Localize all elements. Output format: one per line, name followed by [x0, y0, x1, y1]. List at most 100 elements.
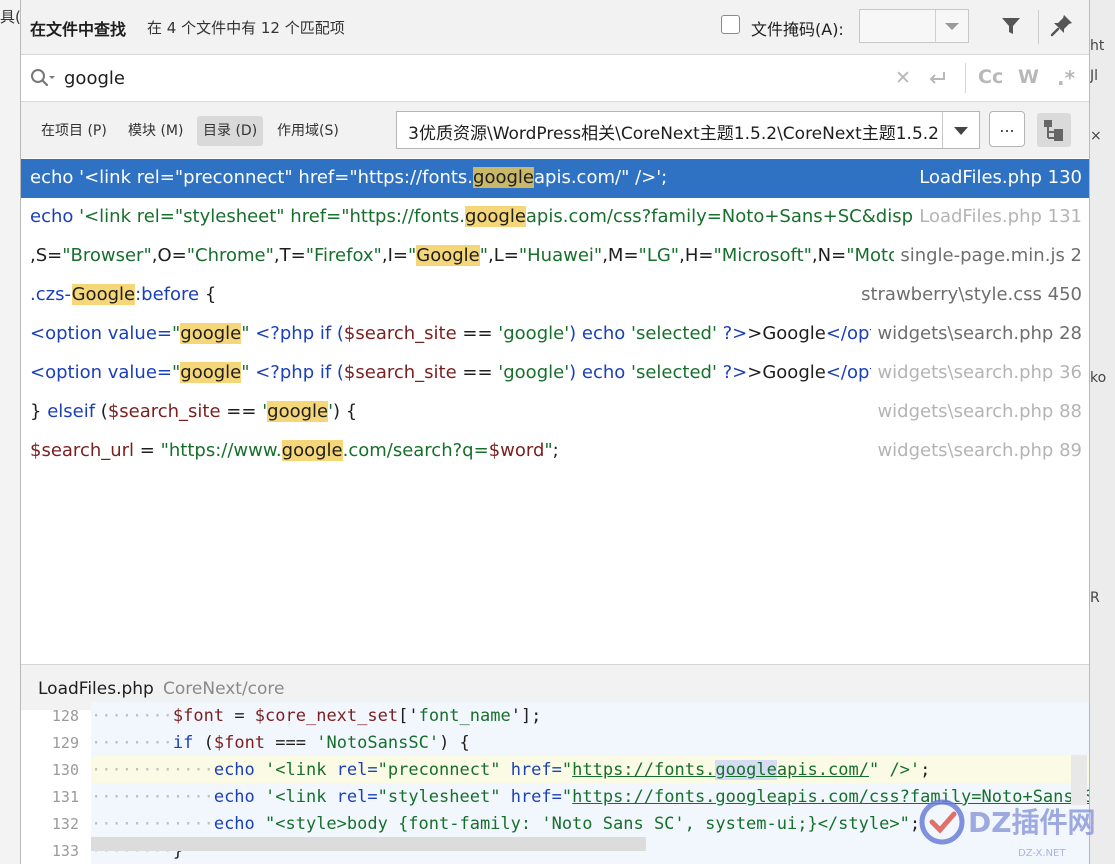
tab-directory[interactable]: 目录 (D)	[197, 116, 264, 146]
code-token: 'google'	[498, 323, 570, 344]
line-number: 132	[51, 815, 79, 833]
code-token: 'selected'	[631, 323, 717, 344]
code-token: " />'	[868, 760, 921, 780]
code-token: $search_site	[343, 362, 457, 383]
tab-in-project[interactable]: 在项目 (P)	[35, 116, 113, 146]
code-token: ,M=	[602, 245, 639, 266]
result-code: <option value="google" <?php if ($search…	[30, 323, 930, 344]
result-file-location: widgets\search.php 36	[871, 362, 1082, 383]
scope-bar: 在项目 (P) 模块 (M) 目录 (D) 作用域(S) 3优质资源\WordP…	[21, 102, 1089, 158]
code-token: ) echo	[569, 362, 632, 383]
search-icon[interactable]	[30, 68, 56, 88]
preview-file-name: LoadFiles.php	[38, 679, 154, 699]
code-token: "LG"	[638, 245, 680, 266]
search-options-divider	[965, 63, 966, 93]
match-highlight: google	[180, 362, 242, 383]
line-number: 129	[51, 734, 79, 752]
code-token: '<link rel="preconnect" href="https://fo…	[79, 167, 474, 188]
code-token: }	[30, 401, 48, 422]
code-token: $font	[172, 706, 225, 726]
result-file-location: LoadFiles.php 131	[913, 206, 1082, 227]
file-mask-combo[interactable]	[859, 9, 969, 43]
code-token: >Google	[747, 323, 826, 344]
code-line: ············echo '<link rel="preconnect"…	[91, 756, 1089, 783]
result-file-location: single-page.min.js 2	[894, 245, 1082, 266]
code-token: (	[100, 401, 108, 422]
code-token: "	[407, 245, 417, 266]
code-token: "Microsoft"	[713, 245, 812, 266]
whole-words-icon[interactable]: W	[1018, 66, 1039, 88]
clear-icon[interactable]: ✕	[895, 67, 911, 89]
code-token: <?php if (	[249, 323, 344, 344]
indent-guide: ············	[91, 814, 214, 834]
regex-icon[interactable]: .*	[1057, 66, 1075, 90]
code-token: .czs-	[30, 284, 72, 305]
match-case-icon[interactable]: Cc	[978, 66, 1003, 88]
match-highlight: google	[464, 206, 526, 227]
result-row[interactable]: <option value="google" <?php if ($search…	[21, 315, 1089, 354]
code-token: "	[241, 323, 250, 344]
line-number: 128	[51, 707, 79, 725]
newline-icon[interactable]	[927, 70, 947, 88]
result-code: $search_url = "https://www.google.com/se…	[30, 440, 930, 461]
code-token: ;	[661, 167, 668, 188]
code-token: echo	[30, 206, 80, 227]
result-row[interactable]: ,S="Browser",O="Chrome",T="Firefox",I="G…	[21, 237, 1089, 276]
code-token: echo	[213, 814, 266, 834]
code-token: href=	[510, 760, 562, 780]
filter-icon[interactable]	[999, 14, 1023, 38]
result-row[interactable]: echo '<link rel="preconnect" href="https…	[21, 159, 1089, 198]
match-highlight: google	[267, 401, 329, 422]
directory-dropdown-button[interactable]	[942, 112, 979, 148]
tab-scope[interactable]: 作用域(S)	[271, 116, 345, 146]
match-highlight: google	[473, 167, 534, 188]
recursive-directory-icon[interactable]	[1037, 113, 1071, 147]
search-input[interactable]	[64, 65, 884, 91]
search-bar: ✕ Cc W .*	[21, 55, 1089, 102]
result-row[interactable]: echo '<link rel="stylesheet" href="https…	[21, 198, 1089, 237]
code-token: ?>	[716, 323, 748, 344]
result-row[interactable]: <option value="google" <?php if ($search…	[21, 354, 1089, 393]
code-token: "	[561, 760, 573, 780]
code-token: "	[241, 362, 250, 383]
result-file-location: widgets\search.php 28	[871, 323, 1082, 344]
directory-combo[interactable]: 3优质资源\WordPress相关\CoreNext主题1.5.2\CoreNe…	[396, 111, 980, 149]
horizontal-scrollbar[interactable]	[91, 837, 646, 851]
code-token: $font	[213, 733, 266, 753]
code-token: ==	[456, 323, 499, 344]
result-row[interactable]: $search_url = "https://www.google.com/se…	[21, 432, 1089, 471]
code-token: '];	[510, 706, 542, 726]
tab-module[interactable]: 模块 (M)	[122, 116, 189, 146]
code-token: https://fonts.	[572, 760, 716, 780]
chevron-down-icon	[954, 127, 968, 135]
result-row[interactable]: } elseif ($search_site == 'google') {wid…	[21, 393, 1089, 432]
chevron-down-icon[interactable]	[945, 23, 959, 30]
result-row[interactable]: .czs-Google:before {strawberry\style.css…	[21, 276, 1089, 315]
code-token: ,I=	[381, 245, 408, 266]
code-token: "Firefox"	[305, 245, 382, 266]
line-number: 131	[51, 788, 79, 806]
code-line: ········if ($font === 'NotoSansSC') {	[91, 729, 1089, 756]
file-mask-checkbox[interactable]	[721, 15, 740, 34]
code-token: <?php if (	[249, 362, 344, 383]
result-code: echo '<link rel="preconnect" href="https…	[30, 167, 930, 188]
code-token: 'google'	[498, 362, 570, 383]
pin-icon[interactable]	[1049, 12, 1075, 38]
code-token: {	[204, 284, 217, 305]
browse-button[interactable]: ...	[989, 111, 1025, 147]
code-line-text: ············echo '<link rel="preconnect"…	[91, 760, 930, 780]
code-token: =	[224, 706, 255, 726]
code-line-text: ········if ($font === 'NotoSansSC') {	[91, 733, 470, 753]
code-token: font_name	[418, 706, 511, 726]
background-glyph: ×	[1090, 128, 1102, 144]
code-token: "	[479, 245, 489, 266]
code-token: "	[544, 440, 553, 461]
code-token: "Chrome"	[186, 245, 274, 266]
indent-guide: ········	[91, 706, 173, 726]
code-token: "	[561, 787, 573, 807]
code-token: rel=	[336, 760, 378, 780]
code-token: $word	[488, 440, 545, 461]
code-token: ;	[920, 760, 931, 780]
background-glyph: ko	[1090, 370, 1107, 386]
result-code: .czs-Google:before {	[30, 284, 930, 305]
